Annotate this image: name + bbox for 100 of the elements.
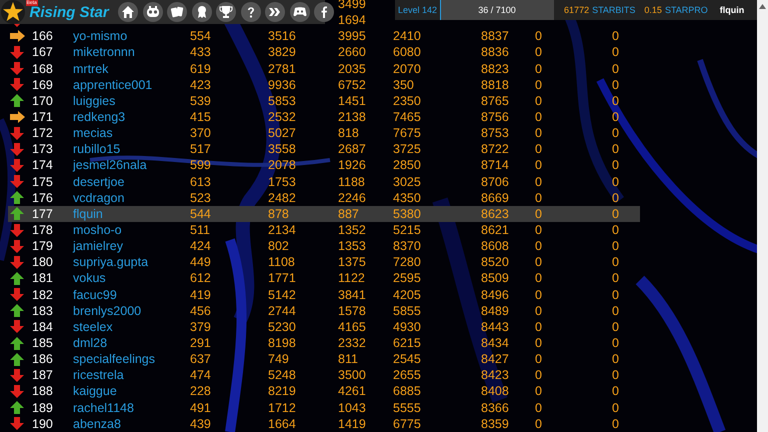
table-cell: 0: [612, 320, 619, 334]
username-link[interactable]: supriya.gupta: [73, 255, 148, 270]
username-link[interactable]: vcdragon: [73, 190, 124, 205]
fb-button[interactable]: [314, 2, 334, 22]
table-cell: 8756: [481, 110, 509, 124]
table-cell: 0: [612, 352, 619, 366]
table-cell: 0: [612, 336, 619, 350]
table-cell: 2078: [268, 158, 296, 172]
table-cell: 1712: [268, 400, 296, 415]
username-link[interactable]: luiggies: [73, 94, 116, 108]
table-cell: 4261: [338, 384, 366, 398]
rank-text: 171: [32, 110, 53, 124]
username-link[interactable]: flquin: [73, 206, 103, 221]
table-cell: 2070: [393, 62, 421, 76]
rank-text: 169: [32, 78, 53, 92]
table-cell: 4165: [338, 320, 366, 334]
app-title[interactable]: Rising Star: [30, 4, 109, 20]
scroll-up-icon[interactable]: [759, 4, 766, 9]
table-cell: 0: [612, 416, 619, 431]
rank-text: 178: [32, 223, 53, 238]
table-cell: 544: [190, 206, 211, 221]
down-arrow-icon: [10, 62, 24, 76]
table-cell: 0: [535, 352, 542, 366]
table-cell: 2595: [393, 271, 421, 286]
table-cell: 8509: [481, 271, 509, 286]
table-cell: 887: [338, 206, 359, 221]
table-cell: 0: [612, 206, 619, 221]
username-link[interactable]: dml28: [73, 336, 108, 350]
username-link[interactable]: jamielrey: [73, 239, 124, 254]
table-cell: 5555: [393, 400, 421, 415]
down-arrow-icon: [10, 240, 24, 253]
username-link[interactable]: steelex: [73, 320, 113, 334]
username-link[interactable]: facuc99: [73, 288, 117, 302]
table-cell: 0: [535, 29, 542, 44]
table-cell: 599: [190, 158, 211, 172]
username-link[interactable]: miketronnn: [73, 45, 135, 60]
table-cell: 5142: [268, 288, 296, 302]
controller-button[interactable]: [290, 2, 310, 22]
rank-text: 182: [32, 288, 53, 302]
table-cell: 523: [190, 190, 211, 205]
username-link[interactable]: rubillo15: [73, 142, 120, 156]
table-cell: 1753: [268, 174, 296, 189]
table-cell: 612: [190, 271, 211, 286]
chevrons-button[interactable]: [265, 2, 286, 22]
table-cell: 8520: [481, 255, 509, 270]
starbits-value: 61772: [564, 5, 590, 15]
username-link[interactable]: ricestrela: [73, 368, 124, 382]
table-cell: 554: [190, 29, 211, 44]
username-link[interactable]: yo-mismo: [73, 29, 128, 44]
username-link[interactable]: redkeng3: [73, 110, 126, 124]
mask-button[interactable]: [142, 2, 163, 22]
table-cell: 0: [612, 368, 619, 382]
username-link[interactable]: mrtrek: [73, 62, 108, 76]
rank-text: 166: [32, 29, 53, 44]
table-cell: 8366: [481, 400, 509, 415]
help-button[interactable]: [240, 2, 261, 22]
table-cell: 8669: [481, 190, 509, 205]
table-cell: 2545: [393, 352, 421, 366]
table-cell: 1926: [338, 158, 366, 172]
table-cell: 291: [190, 336, 211, 350]
table-cell: 2850: [393, 158, 421, 172]
username-link[interactable]: jesmel26nala: [73, 158, 147, 172]
table-cell: 0: [535, 336, 542, 350]
home-icon: [121, 5, 136, 19]
table-cell: 4205: [393, 288, 421, 302]
rank-text: 176: [32, 190, 53, 205]
home-button[interactable]: [118, 2, 138, 22]
down-arrow-icon: [10, 158, 24, 172]
down-arrow-icon: [10, 175, 24, 188]
username-link[interactable]: kaiggue: [73, 384, 117, 398]
table-cell: 5855: [393, 304, 421, 318]
table-cell: 0: [535, 368, 542, 382]
table-cell: 5215: [393, 223, 421, 238]
starbits-label: STARBITS: [592, 5, 636, 15]
username-link[interactable]: desertjoe: [73, 174, 124, 189]
trophy-button[interactable]: [216, 2, 236, 22]
rank-text: 172: [32, 126, 53, 140]
username-link[interactable]: mosho-o: [73, 223, 122, 238]
cards-button[interactable]: [167, 2, 188, 22]
cards-icon: [170, 5, 184, 19]
table-cell: 8359: [481, 416, 509, 431]
table-cell: 0: [535, 223, 542, 238]
username-link[interactable]: abenza8: [73, 416, 121, 431]
table-cell: 0: [535, 142, 542, 156]
scrollbar[interactable]: [757, 0, 768, 432]
medal-button[interactable]: [192, 2, 212, 22]
username-link[interactable]: rachel1148: [73, 400, 134, 415]
table-cell: 0: [535, 320, 542, 334]
username-link[interactable]: brenlys2000: [73, 304, 142, 318]
username-text[interactable]: flquin: [720, 5, 744, 15]
table-cell: 2246: [338, 190, 366, 205]
username-link[interactable]: specialfeelings: [73, 352, 155, 366]
table-cell: 0: [535, 62, 542, 76]
username-link[interactable]: apprentice001: [73, 78, 152, 92]
table-cell: 8621: [481, 223, 509, 238]
table-cell: 539: [190, 94, 211, 108]
username-link[interactable]: mecias: [73, 126, 113, 140]
table-cell: 8443: [481, 320, 509, 334]
table-cell: 0: [612, 223, 619, 238]
username-link[interactable]: vokus: [73, 271, 106, 286]
